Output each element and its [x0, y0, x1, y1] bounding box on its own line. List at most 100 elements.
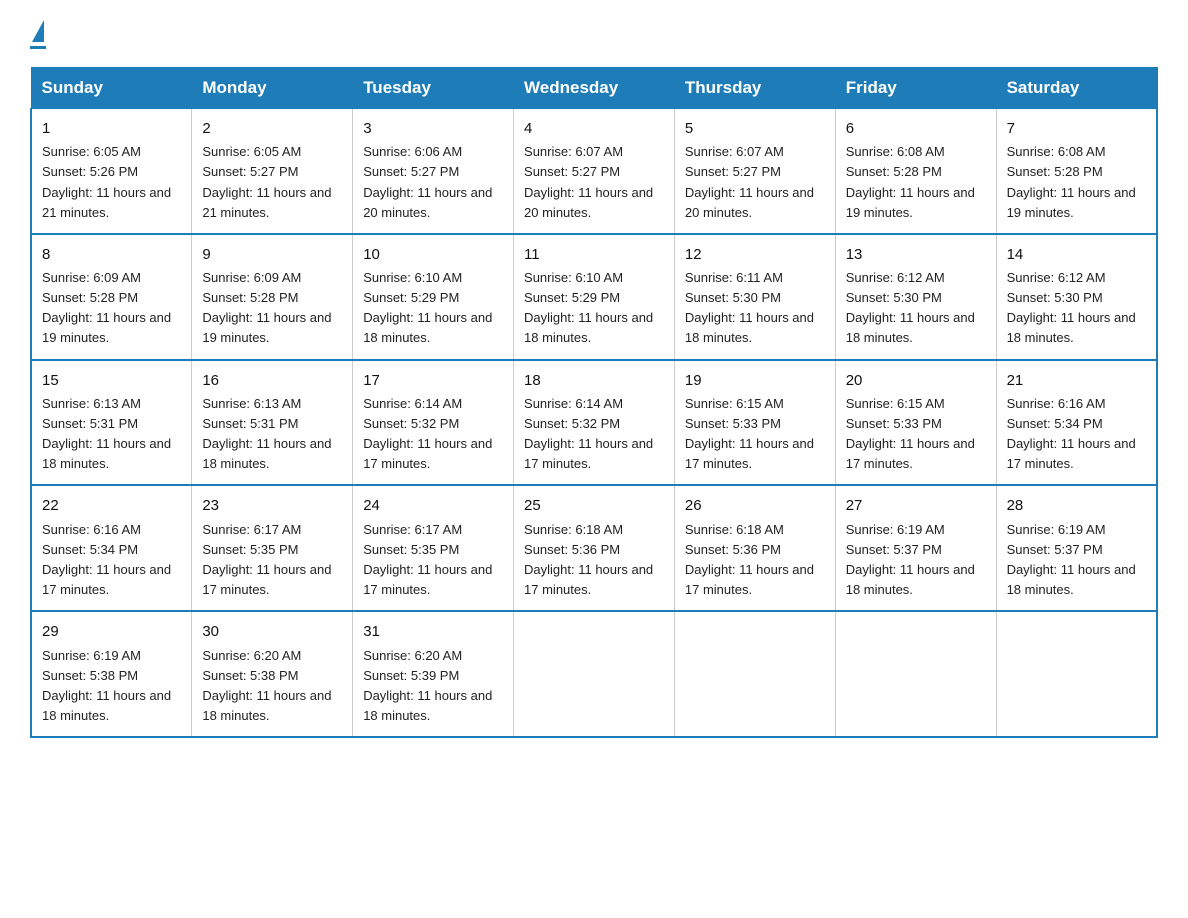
calendar-cell: 5 Sunrise: 6:07 AMSunset: 5:27 PMDaylight… — [674, 109, 835, 234]
day-number: 6 — [846, 117, 986, 140]
day-info: Sunrise: 6:10 AMSunset: 5:29 PMDaylight:… — [524, 270, 653, 345]
calendar-cell: 7 Sunrise: 6:08 AMSunset: 5:28 PMDaylight… — [996, 109, 1157, 234]
logo-triangle-icon — [32, 20, 44, 42]
calendar-cell: 14 Sunrise: 6:12 AMSunset: 5:30 PMDayligh… — [996, 234, 1157, 360]
day-number: 28 — [1007, 494, 1146, 517]
calendar-cell: 6Sunrise: 6:08 AMSunset: 5:28 PMDaylight… — [835, 109, 996, 234]
day-number: 7 — [1007, 117, 1146, 140]
calendar-cell: 18 Sunrise: 6:14 AMSunset: 5:32 PMDayligh… — [514, 360, 675, 486]
column-header-saturday: Saturday — [996, 68, 1157, 109]
day-number: 8 — [42, 243, 181, 266]
column-header-monday: Monday — [192, 68, 353, 109]
day-number: 21 — [1007, 369, 1146, 392]
calendar-cell: 11 Sunrise: 6:10 AMSunset: 5:29 PMDayligh… — [514, 234, 675, 360]
day-info: Sunrise: 6:19 AMSunset: 5:37 PMDaylight:… — [846, 522, 975, 597]
day-info: Sunrise: 6:20 AMSunset: 5:38 PMDaylight:… — [202, 648, 331, 723]
calendar-cell — [514, 611, 675, 737]
day-number: 20 — [846, 369, 986, 392]
day-number: 4 — [524, 117, 664, 140]
calendar-cell: 25 Sunrise: 6:18 AMSunset: 5:36 PMDayligh… — [514, 485, 675, 611]
logo-underline — [30, 46, 46, 49]
calendar-week-row: 8 Sunrise: 6:09 AMSunset: 5:28 PMDaylight… — [31, 234, 1157, 360]
day-number: 5 — [685, 117, 825, 140]
day-info: Sunrise: 6:15 AMSunset: 5:33 PMDaylight:… — [846, 396, 975, 471]
day-info: Sunrise: 6:17 AMSunset: 5:35 PMDaylight:… — [363, 522, 492, 597]
day-info: Sunrise: 6:06 AMSunset: 5:27 PMDaylight:… — [363, 144, 492, 219]
day-number: 24 — [363, 494, 503, 517]
day-number: 29 — [42, 620, 181, 643]
calendar-cell: 16Sunrise: 6:13 AMSunset: 5:31 PMDayligh… — [192, 360, 353, 486]
day-number: 13 — [846, 243, 986, 266]
day-number: 31 — [363, 620, 503, 643]
calendar-table: SundayMondayTuesdayWednesdayThursdayFrid… — [30, 67, 1158, 738]
day-info: Sunrise: 6:18 AMSunset: 5:36 PMDaylight:… — [685, 522, 814, 597]
calendar-cell: 10Sunrise: 6:10 AMSunset: 5:29 PMDayligh… — [353, 234, 514, 360]
day-number: 27 — [846, 494, 986, 517]
day-number: 10 — [363, 243, 503, 266]
column-header-tuesday: Tuesday — [353, 68, 514, 109]
calendar-cell: 30 Sunrise: 6:20 AMSunset: 5:38 PMDayligh… — [192, 611, 353, 737]
day-number: 11 — [524, 243, 664, 266]
calendar-cell: 4 Sunrise: 6:07 AMSunset: 5:27 PMDaylight… — [514, 109, 675, 234]
day-info: Sunrise: 6:07 AMSunset: 5:27 PMDaylight:… — [524, 144, 653, 219]
day-number: 9 — [202, 243, 342, 266]
calendar-cell: 21 Sunrise: 6:16 AMSunset: 5:34 PMDayligh… — [996, 360, 1157, 486]
calendar-cell — [674, 611, 835, 737]
column-header-sunday: Sunday — [31, 68, 192, 109]
calendar-cell: 15 Sunrise: 6:13 AMSunset: 5:31 PMDayligh… — [31, 360, 192, 486]
calendar-cell: 20 Sunrise: 6:15 AMSunset: 5:33 PMDayligh… — [835, 360, 996, 486]
day-number: 23 — [202, 494, 342, 517]
day-info: Sunrise: 6:16 AMSunset: 5:34 PMDaylight:… — [1007, 396, 1136, 471]
day-number: 17 — [363, 369, 503, 392]
day-info: Sunrise: 6:05 AMSunset: 5:26 PMDaylight:… — [42, 144, 171, 219]
calendar-cell — [996, 611, 1157, 737]
day-number: 19 — [685, 369, 825, 392]
logo — [30, 20, 46, 49]
day-info: Sunrise: 6:18 AMSunset: 5:36 PMDaylight:… — [524, 522, 653, 597]
calendar-cell: 3Sunrise: 6:06 AMSunset: 5:27 PMDaylight… — [353, 109, 514, 234]
calendar-cell: 1Sunrise: 6:05 AMSunset: 5:26 PMDaylight… — [31, 109, 192, 234]
column-header-friday: Friday — [835, 68, 996, 109]
calendar-cell: 19Sunrise: 6:15 AMSunset: 5:33 PMDayligh… — [674, 360, 835, 486]
day-number: 26 — [685, 494, 825, 517]
day-info: Sunrise: 6:09 AMSunset: 5:28 PMDaylight:… — [42, 270, 171, 345]
day-info: Sunrise: 6:11 AMSunset: 5:30 PMDaylight:… — [685, 270, 814, 345]
calendar-cell: 29 Sunrise: 6:19 AMSunset: 5:38 PMDayligh… — [31, 611, 192, 737]
calendar-cell: 8 Sunrise: 6:09 AMSunset: 5:28 PMDaylight… — [31, 234, 192, 360]
calendar-cell: 27 Sunrise: 6:19 AMSunset: 5:37 PMDayligh… — [835, 485, 996, 611]
calendar-cell: 22 Sunrise: 6:16 AMSunset: 5:34 PMDayligh… — [31, 485, 192, 611]
calendar-cell: 12Sunrise: 6:11 AMSunset: 5:30 PMDayligh… — [674, 234, 835, 360]
column-header-wednesday: Wednesday — [514, 68, 675, 109]
calendar-cell: 26 Sunrise: 6:18 AMSunset: 5:36 PMDayligh… — [674, 485, 835, 611]
day-info: Sunrise: 6:07 AMSunset: 5:27 PMDaylight:… — [685, 144, 814, 219]
day-info: Sunrise: 6:19 AMSunset: 5:38 PMDaylight:… — [42, 648, 171, 723]
day-info: Sunrise: 6:12 AMSunset: 5:30 PMDaylight:… — [846, 270, 975, 345]
calendar-week-row: 1Sunrise: 6:05 AMSunset: 5:26 PMDaylight… — [31, 109, 1157, 234]
day-info: Sunrise: 6:12 AMSunset: 5:30 PMDaylight:… — [1007, 270, 1136, 345]
day-info: Sunrise: 6:19 AMSunset: 5:37 PMDaylight:… — [1007, 522, 1136, 597]
calendar-cell: 13 Sunrise: 6:12 AMSunset: 5:30 PMDayligh… — [835, 234, 996, 360]
day-info: Sunrise: 6:14 AMSunset: 5:32 PMDaylight:… — [524, 396, 653, 471]
column-header-thursday: Thursday — [674, 68, 835, 109]
calendar-cell: 9 Sunrise: 6:09 AMSunset: 5:28 PMDaylight… — [192, 234, 353, 360]
calendar-cell: 28 Sunrise: 6:19 AMSunset: 5:37 PMDayligh… — [996, 485, 1157, 611]
day-info: Sunrise: 6:16 AMSunset: 5:34 PMDaylight:… — [42, 522, 171, 597]
day-info: Sunrise: 6:13 AMSunset: 5:31 PMDaylight:… — [42, 396, 171, 471]
calendar-week-row: 15 Sunrise: 6:13 AMSunset: 5:31 PMDayligh… — [31, 360, 1157, 486]
day-info: Sunrise: 6:09 AMSunset: 5:28 PMDaylight:… — [202, 270, 331, 345]
day-number: 30 — [202, 620, 342, 643]
day-number: 14 — [1007, 243, 1146, 266]
day-number: 2 — [202, 117, 342, 140]
day-number: 22 — [42, 494, 181, 517]
day-number: 25 — [524, 494, 664, 517]
calendar-cell: 23Sunrise: 6:17 AMSunset: 5:35 PMDayligh… — [192, 485, 353, 611]
day-number: 15 — [42, 369, 181, 392]
calendar-week-row: 22 Sunrise: 6:16 AMSunset: 5:34 PMDayligh… — [31, 485, 1157, 611]
calendar-cell: 31Sunrise: 6:20 AMSunset: 5:39 PMDayligh… — [353, 611, 514, 737]
day-number: 16 — [202, 369, 342, 392]
day-number: 18 — [524, 369, 664, 392]
calendar-cell: 17Sunrise: 6:14 AMSunset: 5:32 PMDayligh… — [353, 360, 514, 486]
page-header — [30, 20, 1158, 49]
day-info: Sunrise: 6:08 AMSunset: 5:28 PMDaylight:… — [1007, 144, 1136, 219]
calendar-cell: 2Sunrise: 6:05 AMSunset: 5:27 PMDaylight… — [192, 109, 353, 234]
